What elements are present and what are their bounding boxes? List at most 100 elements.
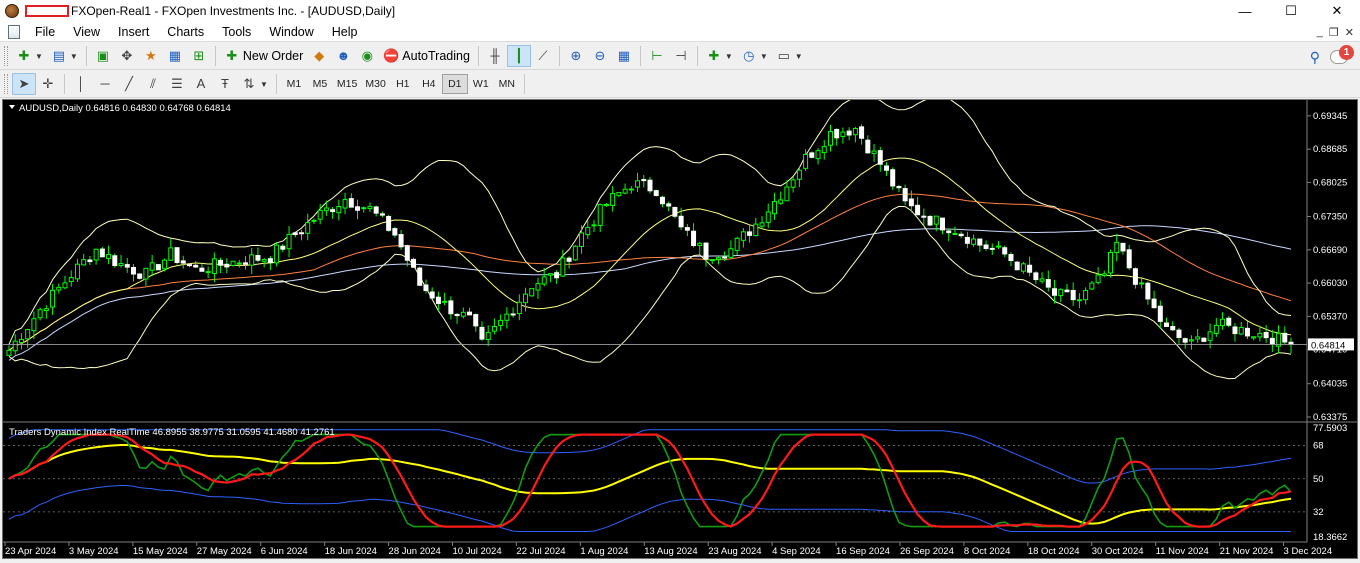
tile-windows-icon: ▦ [617,48,631,63]
candle-body [597,204,603,226]
date-tick-label: 23 Apr 2024 [5,546,56,557]
data-window-button[interactable]: ✥ [115,45,139,67]
candle-body [311,219,317,222]
timeframe-w1[interactable]: W1 [468,74,494,94]
candle-body [12,340,18,352]
crosshair-icon: ✛ [42,76,54,91]
candle-body [118,263,124,267]
timeframe-m5[interactable]: M5 [307,74,333,94]
cursor-button[interactable]: ➤ [12,73,36,95]
candle-body [859,126,865,139]
trendline-button[interactable]: ╱ [117,73,141,95]
date-tick-label: 18 Oct 2024 [1028,546,1080,557]
menu-charts[interactable]: Charts [158,22,213,42]
candle-body [1070,289,1076,301]
tile-windows-button[interactable]: ▦ [612,45,636,67]
timeframe-m1[interactable]: M1 [281,74,307,94]
candle-body [1164,322,1170,327]
menu-view[interactable]: View [64,22,109,42]
timeframe-m30[interactable]: M30 [361,74,389,94]
date-tick-label: 21 Nov 2024 [1220,546,1274,557]
candle-body [883,165,889,171]
candle-body [1182,338,1188,343]
menu-window[interactable]: Window [260,22,322,42]
mdi-minimize-button[interactable]: _ [1317,26,1323,38]
profiles-button[interactable]: ▤ ▼ [47,45,82,67]
close-button[interactable]: ✕ [1314,0,1360,22]
terminal-button[interactable]: ▦ [163,45,187,67]
chart-shift-button[interactable]: ⊣ [669,45,693,67]
crosshair-button[interactable]: ✛ [36,73,60,95]
candle-body [908,198,914,207]
price-chart-canvas[interactable]: 0.69345 0.68685 0.68025 0.67350 0.66690 0.660… [3,100,1357,558]
candle-body [180,260,186,264]
templates-icon: ▭ [777,48,790,63]
market-watch-button[interactable]: ▣ [91,45,115,67]
minimize-button[interactable]: — [1222,0,1268,22]
candle-body [977,238,983,246]
bar-chart-button[interactable]: ╫ [483,45,507,67]
text-button[interactable]: A [189,73,213,95]
toolbar-grip[interactable] [4,74,8,94]
menu-insert[interactable]: Insert [109,22,158,42]
zoom-out-button[interactable]: ⊖ [588,45,612,67]
timeframe-h4[interactable]: H4 [416,74,442,94]
timeframe-m15[interactable]: M15 [333,74,361,94]
mdi-close-button[interactable]: ✕ [1345,26,1354,39]
date-tick-label: 10 Jul 2024 [452,546,501,557]
templates-button[interactable]: ▭ ▼ [772,45,807,67]
market-button[interactable]: ◉ [355,45,379,67]
new-order-icon: ✚ [226,48,238,63]
bar-chart-icon: ╫ [490,48,500,63]
candle-body [771,201,777,215]
signals-button[interactable]: ☻ [331,45,355,67]
chart-window[interactable]: 0.69345 0.68685 0.68025 0.67350 0.66690 0.660… [2,99,1358,559]
autotrading-button[interactable]: ⛔ AutoTrading [379,45,474,67]
zoom-in-button[interactable]: ⊕ [564,45,588,67]
fibonacci-button[interactable]: ☰ [165,73,189,95]
menu-tools[interactable]: Tools [213,22,260,42]
timeframe-h1[interactable]: H1 [390,74,416,94]
candle-body [249,254,255,266]
equidistant-channel-button[interactable]: ⫽ [141,73,165,95]
text-label-button[interactable]: Ŧ [213,73,237,95]
menu-file[interactable]: File [26,22,64,42]
new-order-button[interactable]: ✚ New Order [220,45,307,67]
price-tick-label: 0.68025 [1313,177,1347,188]
candle-body [778,199,784,204]
search-icon[interactable]: ⚲ [1310,49,1320,66]
maximize-button[interactable]: ☐ [1268,0,1314,22]
periods-button[interactable]: ◷ ▼ [737,45,772,67]
timeframe-d1[interactable]: D1 [441,74,468,94]
candle-body [1114,241,1120,254]
candle-body [1020,263,1026,272]
candle-body [902,188,908,202]
window-controls: — ☐ ✕ [1222,0,1360,22]
candle-body [996,245,1002,248]
auto-scroll-button[interactable]: ⊢ [645,45,669,67]
arrows-button[interactable]: ⇅ ▼ [237,73,272,95]
candle-body [759,222,765,227]
vertical-line-button[interactable]: │ [69,73,93,95]
toolbar-grip[interactable] [4,46,8,66]
line-chart-button[interactable]: ⟋ [531,45,555,67]
candle-body [921,215,927,218]
candlestick-chart-button[interactable]: ┃ [506,45,531,67]
metaeditor-button[interactable]: ◆ [307,45,331,67]
menu-help[interactable]: Help [323,22,367,42]
candle-body [815,150,821,160]
timeframe-mn[interactable]: MN [494,74,520,94]
line-chart-icon: ⟋ [538,48,548,63]
horizontal-line-button[interactable]: ─ [93,73,117,95]
strategy-tester-button[interactable]: ⊞ [187,45,211,67]
mdi-restore-button[interactable]: ❐ [1329,26,1339,39]
candle-body [143,267,149,280]
date-tick-label: 27 May 2024 [197,546,252,557]
indicators-button[interactable]: ✚ ▼ [702,45,737,67]
new-chart-button[interactable]: ✚ ▼ [12,45,47,67]
candle-body [504,313,510,321]
notifications-button[interactable]: 1 [1330,45,1354,68]
horizontal-line-icon: ─ [100,76,110,91]
navigator-button[interactable]: ★ [139,45,163,67]
candle-body [709,259,715,262]
